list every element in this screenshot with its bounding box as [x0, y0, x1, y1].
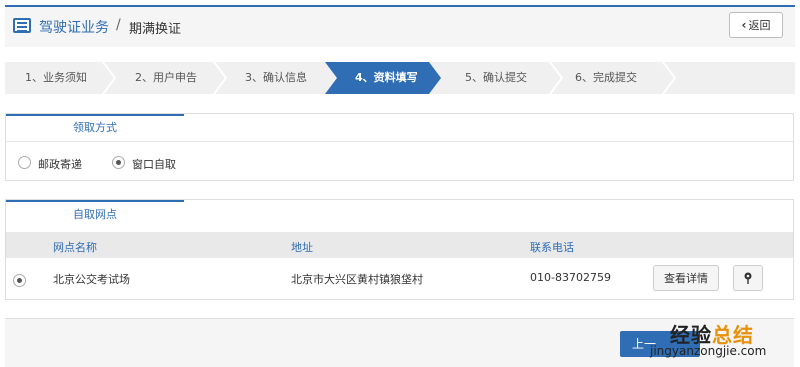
watermark-url: jingyanzongjie.com: [650, 344, 767, 358]
breadcrumb-current: 期满换证: [129, 22, 182, 37]
view-details-label: 查看详情: [664, 272, 708, 285]
map-pin-icon: [744, 272, 752, 284]
breadcrumb-separator: /: [116, 17, 121, 33]
step-2: 2、用户申告: [135, 71, 197, 84]
step-3: 3、确认信息: [245, 71, 307, 84]
window-pickup-label[interactable]: 窗口自取: [132, 156, 176, 172]
row-select-radio[interactable]: [13, 274, 26, 287]
page-header: 驾驶证业务 / 期满换证 ‹ 返回: [5, 5, 795, 47]
list-icon: [13, 18, 31, 33]
map-location-button[interactable]: [733, 265, 763, 291]
back-button-label: 返回: [748, 19, 771, 32]
window-pickup-radio[interactable]: [112, 156, 125, 169]
point-name: 北京公交考试场: [53, 273, 130, 286]
postal-delivery-radio[interactable]: [18, 156, 31, 169]
view-details-button[interactable]: 查看详情: [653, 265, 719, 291]
point-phone: 010-83702759: [530, 271, 611, 284]
postal-delivery-label[interactable]: 邮政寄递: [38, 156, 82, 172]
chevron-left-icon: ‹: [741, 18, 747, 32]
back-button[interactable]: ‹ 返回: [729, 12, 783, 38]
pickup-point-panel: 自取网点 网点名称 地址 联系电话 北京公交考试场 北京市大兴区黄村镇狼垡村 0…: [5, 199, 794, 300]
step-6: 6、完成提交: [575, 71, 637, 84]
point-address: 北京市大兴区黄村镇狼垡村: [291, 273, 423, 286]
column-header-name: 网点名称: [53, 241, 97, 254]
table-header: 网点名称 地址 联系电话: [6, 232, 793, 258]
panel-divider: [6, 141, 793, 142]
breadcrumb-title[interactable]: 驾驶证业务: [39, 17, 109, 37]
column-header-address: 地址: [291, 241, 313, 254]
pickup-method-tab[interactable]: 领取方式: [6, 114, 184, 140]
pickup-method-panel: 领取方式 邮政寄递 窗口自取: [5, 113, 794, 181]
step-5: 5、确认提交: [465, 71, 527, 84]
pickup-point-tab[interactable]: 自取网点: [6, 200, 184, 230]
step-progress: 1、业务须知 2、用户申告 3、确认信息 4、资料填写 5、确认提交 6、完成提…: [5, 62, 795, 94]
column-header-phone: 联系电话: [530, 241, 574, 254]
step-1: 1、业务须知: [25, 71, 87, 84]
step-4: 4、资料填写: [355, 71, 418, 84]
watermark-logo: 经验总结 jingyanzongjie.com: [650, 317, 800, 367]
